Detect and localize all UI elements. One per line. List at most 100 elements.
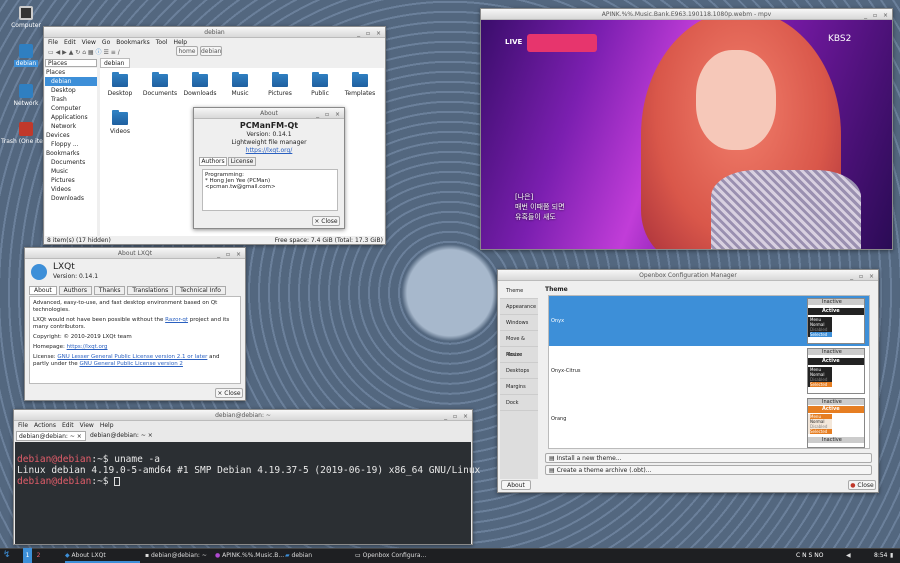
menu-view[interactable]: View (80, 422, 94, 429)
file-item[interactable]: Templates (340, 72, 380, 97)
task-mpv[interactable]: ● APINK.%%.Music.B... (215, 548, 285, 563)
place-debian[interactable]: debian (45, 77, 97, 86)
tab-thanks[interactable]: Thanks (93, 286, 126, 295)
task-openbox[interactable]: ▭ Openbox Configura... (355, 548, 430, 563)
reload-icon[interactable]: ↻ (75, 49, 80, 56)
info-icon[interactable]: ⓘ (96, 49, 102, 56)
about-fm-tab-authors[interactable]: Authors (199, 157, 227, 166)
window-controls[interactable]: _ ▫ × (357, 28, 383, 39)
about-fm-titlebar[interactable]: About _ ▫ × (194, 108, 344, 119)
home-icon[interactable]: ⌂ (82, 49, 86, 56)
gpl-link[interactable]: GNU General Public License version 2 (79, 361, 182, 367)
homepage-link[interactable]: https://lxqt.org (67, 344, 108, 350)
place-network[interactable]: Network (45, 122, 97, 131)
about-fm-close-button[interactable]: × Close (312, 216, 340, 226)
path-debian[interactable]: debian (200, 46, 222, 56)
place-trash[interactable]: Trash (45, 95, 97, 104)
file-item[interactable]: Videos (100, 110, 140, 135)
theme-orang[interactable]: Orang Inactive Active Menu Normal Disabled… (549, 396, 869, 448)
nav-dock[interactable]: Dock (500, 395, 538, 411)
about-lxqt-close-button[interactable]: × Close (215, 388, 243, 398)
menu-bookmarks[interactable]: Bookmarks (116, 39, 150, 46)
fm-tab[interactable]: debian × (100, 58, 130, 77)
workspace-1[interactable]: 1 (23, 548, 32, 563)
path-edit-icon[interactable]: / (118, 49, 120, 56)
back-icon[interactable]: ◀ (56, 49, 61, 56)
start-menu-icon[interactable]: ↯ (3, 548, 11, 563)
place-applications[interactable]: Applications (45, 113, 97, 122)
task-terminal[interactable]: ▪ debian@debian: ~ (145, 548, 210, 563)
nav-move-resize[interactable]: Move & Resize (500, 331, 538, 358)
file-item[interactable]: Music (220, 72, 260, 97)
file-item[interactable]: Documents (140, 72, 180, 97)
tab-translations[interactable]: Translations (127, 286, 174, 295)
terminal-tab-1[interactable]: debian@debian: ~ × (16, 431, 86, 441)
bookmark-downloads[interactable]: Downloads (45, 194, 97, 203)
nav-desktops[interactable]: Desktops (500, 363, 538, 379)
task-file-manager[interactable]: ▰ debian (285, 548, 355, 563)
up-icon[interactable]: ▲ (69, 49, 74, 56)
about-fm-tab-license[interactable]: License (228, 157, 256, 166)
file-item[interactable]: Desktop (100, 72, 140, 97)
tab-authors[interactable]: Authors (58, 286, 92, 295)
create-archive-button[interactable]: ▤ Create a theme archive (.obt)... (545, 465, 872, 475)
lgpl-link[interactable]: GNU Lesser General Public License versio… (57, 354, 207, 360)
list-view-icon[interactable]: ☰ (103, 49, 108, 56)
file-item[interactable]: Public (300, 72, 340, 97)
menu-edit[interactable]: Edit (64, 39, 76, 46)
compact-view-icon[interactable]: ≡ (111, 49, 116, 56)
menu-go[interactable]: Go (102, 39, 110, 46)
nav-appearance[interactable]: Appearance (500, 299, 538, 315)
file-item[interactable]: Pictures (260, 72, 300, 97)
window-controls[interactable]: _ ▫ × (217, 249, 243, 260)
bookmark-videos[interactable]: Videos (45, 185, 97, 194)
place-desktop[interactable]: Desktop (45, 86, 97, 95)
video-frame[interactable]: LIVE KBS2 [나은] 매번 이때쯤 되면 유혹들이 새도 (481, 20, 892, 249)
menu-edit[interactable]: Edit (62, 422, 74, 429)
volume-icon[interactable]: ◀ (846, 548, 851, 563)
tab-technical-info[interactable]: Technical Info (175, 286, 226, 295)
openbox-close-button[interactable]: ● Close (848, 480, 876, 490)
about-fm-url[interactable]: https://lxqt.org/ (194, 147, 344, 154)
path-home[interactable]: home (176, 46, 198, 56)
menu-help[interactable]: Help (100, 422, 114, 429)
theme-onyx[interactable]: Onyx Inactive Active Menu Normal Disabled S… (549, 296, 869, 346)
menu-actions[interactable]: Actions (34, 422, 56, 429)
theme-onyx-citrus[interactable]: Onyx-Citrus Inactive Active Menu Normal Di… (549, 346, 869, 396)
nav-theme[interactable]: Theme (500, 283, 538, 299)
terminal-output[interactable]: debian@debian:~$ uname -a Linux debian 4.… (15, 442, 480, 544)
menu-view[interactable]: View (82, 39, 96, 46)
nav-mouse[interactable]: Mouse (500, 347, 538, 363)
keyboard-indicator[interactable]: C N S NO (796, 548, 823, 563)
window-controls[interactable]: _ ▫ × (316, 109, 342, 120)
places-combo[interactable]: Places (45, 59, 97, 67)
forward-icon[interactable]: ▶ (62, 49, 67, 56)
razor-qt-link[interactable]: Razor-qt (165, 317, 188, 323)
new-tab-icon[interactable]: ▭ (48, 49, 54, 56)
place-computer[interactable]: Computer (45, 104, 97, 113)
menu-tool[interactable]: Tool (156, 39, 168, 46)
icon-view-icon[interactable]: ▦ (88, 49, 94, 56)
mpv-titlebar[interactable]: APINK.%%.Music.Bank.E963.190118.1080p.we… (481, 9, 892, 20)
bookmark-pictures[interactable]: Pictures (45, 176, 97, 185)
workspace-2[interactable]: 2 (34, 548, 43, 563)
bookmark-music[interactable]: Music (45, 167, 97, 176)
tab-about[interactable]: About (29, 286, 57, 295)
terminal-titlebar[interactable]: debian@debian: ~ _ ▫ × (14, 410, 472, 421)
clock[interactable]: 8:54 (874, 548, 887, 563)
bookmark-documents[interactable]: Documents (45, 158, 97, 167)
device-floppy[interactable]: Floppy ... (45, 140, 97, 149)
openbox-about-button[interactable]: About (501, 480, 531, 490)
install-theme-button[interactable]: ▤ Install a new theme... (545, 453, 872, 463)
nav-windows[interactable]: Windows (500, 315, 538, 331)
menu-file[interactable]: File (48, 39, 58, 46)
menu-help[interactable]: Help (173, 39, 187, 46)
nav-margins[interactable]: Margins (500, 379, 538, 395)
show-desktop-icon[interactable]: ▮ (890, 548, 893, 563)
window-controls[interactable]: _ ▫ × (444, 411, 470, 422)
fm-titlebar[interactable]: debian _ ▫ × (44, 27, 385, 38)
task-about-lxqt[interactable]: ◆ About LXQt (65, 548, 140, 563)
file-item[interactable]: Downloads (180, 72, 220, 97)
openbox-titlebar[interactable]: Openbox Configuration Manager _ ▫ × (498, 270, 878, 281)
about-lxqt-titlebar[interactable]: About LXQt _ ▫ × (25, 248, 245, 259)
